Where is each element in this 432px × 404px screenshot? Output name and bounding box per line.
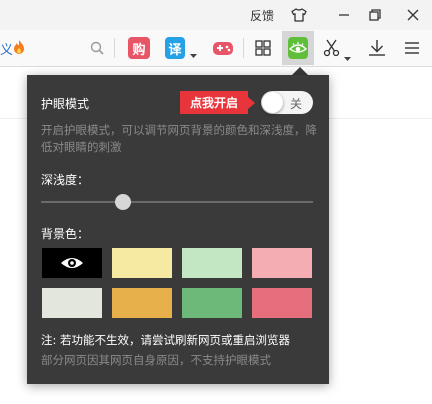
translate-button[interactable]: 译 [165,37,185,59]
title-bar: 反馈 [0,0,432,30]
depth-slider-handle[interactable] [114,194,131,210]
toggle-knob[interactable] [262,92,283,113]
eye-mode-toggle[interactable]: 关 [261,91,313,114]
note-text: 注: 若功能不生效，请尝试刷新网页或重启浏览器 [41,333,291,347]
enable-callout[interactable]: 点我开启 [180,91,255,114]
close-icon[interactable] [403,6,423,24]
background-color-label: 背景色： [41,227,90,241]
toggle-state-label: 关 [290,97,303,111]
depth-slider-track[interactable] [41,201,313,203]
scissors-icon[interactable] [322,37,342,59]
popup-caret [292,67,308,75]
restore-icon[interactable] [365,6,385,24]
color-swatch-pink[interactable] [252,248,312,278]
depth-label: 深浅度： [41,173,90,187]
minimize-icon[interactable] [334,6,354,24]
color-swatch-red[interactable] [252,288,312,318]
eye-protection-icon[interactable] [288,37,308,59]
popup-title: 护眼模式 [41,97,90,111]
chevron-down-icon[interactable] [344,47,351,66]
color-swatch-green[interactable] [182,288,242,318]
toolbar-divider [243,38,244,58]
color-swatch-grey[interactable] [42,288,102,318]
color-swatch-light-green[interactable] [182,248,242,278]
unsupported-note: 部分网页因其网页自身原因，不支持护眼模式 [41,353,271,367]
download-icon[interactable] [367,37,387,59]
menu-icon[interactable] [404,37,420,59]
color-swatch-orange[interactable] [112,288,172,318]
toolbar-divider [114,38,115,58]
feedback-link[interactable]: 反馈 [250,7,274,24]
color-swatch-black[interactable] [42,248,102,278]
eye-protection-popup: 护眼模式 点我开启 关 开启护眼模式，可以调节网页背景的颜色和深浅度，降低对眼睛… [27,75,329,384]
fire-icon [12,39,26,55]
color-swatch-yellow[interactable] [112,248,172,278]
shop-button[interactable]: 购 [128,37,150,59]
apps-grid-icon[interactable] [254,37,272,59]
popup-description: 开启护眼模式，可以调节网页背景的颜色和深浅度，降低对眼睛的刺激 [41,123,317,154]
chevron-down-icon[interactable] [190,44,197,63]
eye-icon [61,258,83,268]
game-icon[interactable] [212,37,234,59]
tshirt-icon[interactable] [289,6,309,24]
search-icon[interactable] [90,40,104,55]
